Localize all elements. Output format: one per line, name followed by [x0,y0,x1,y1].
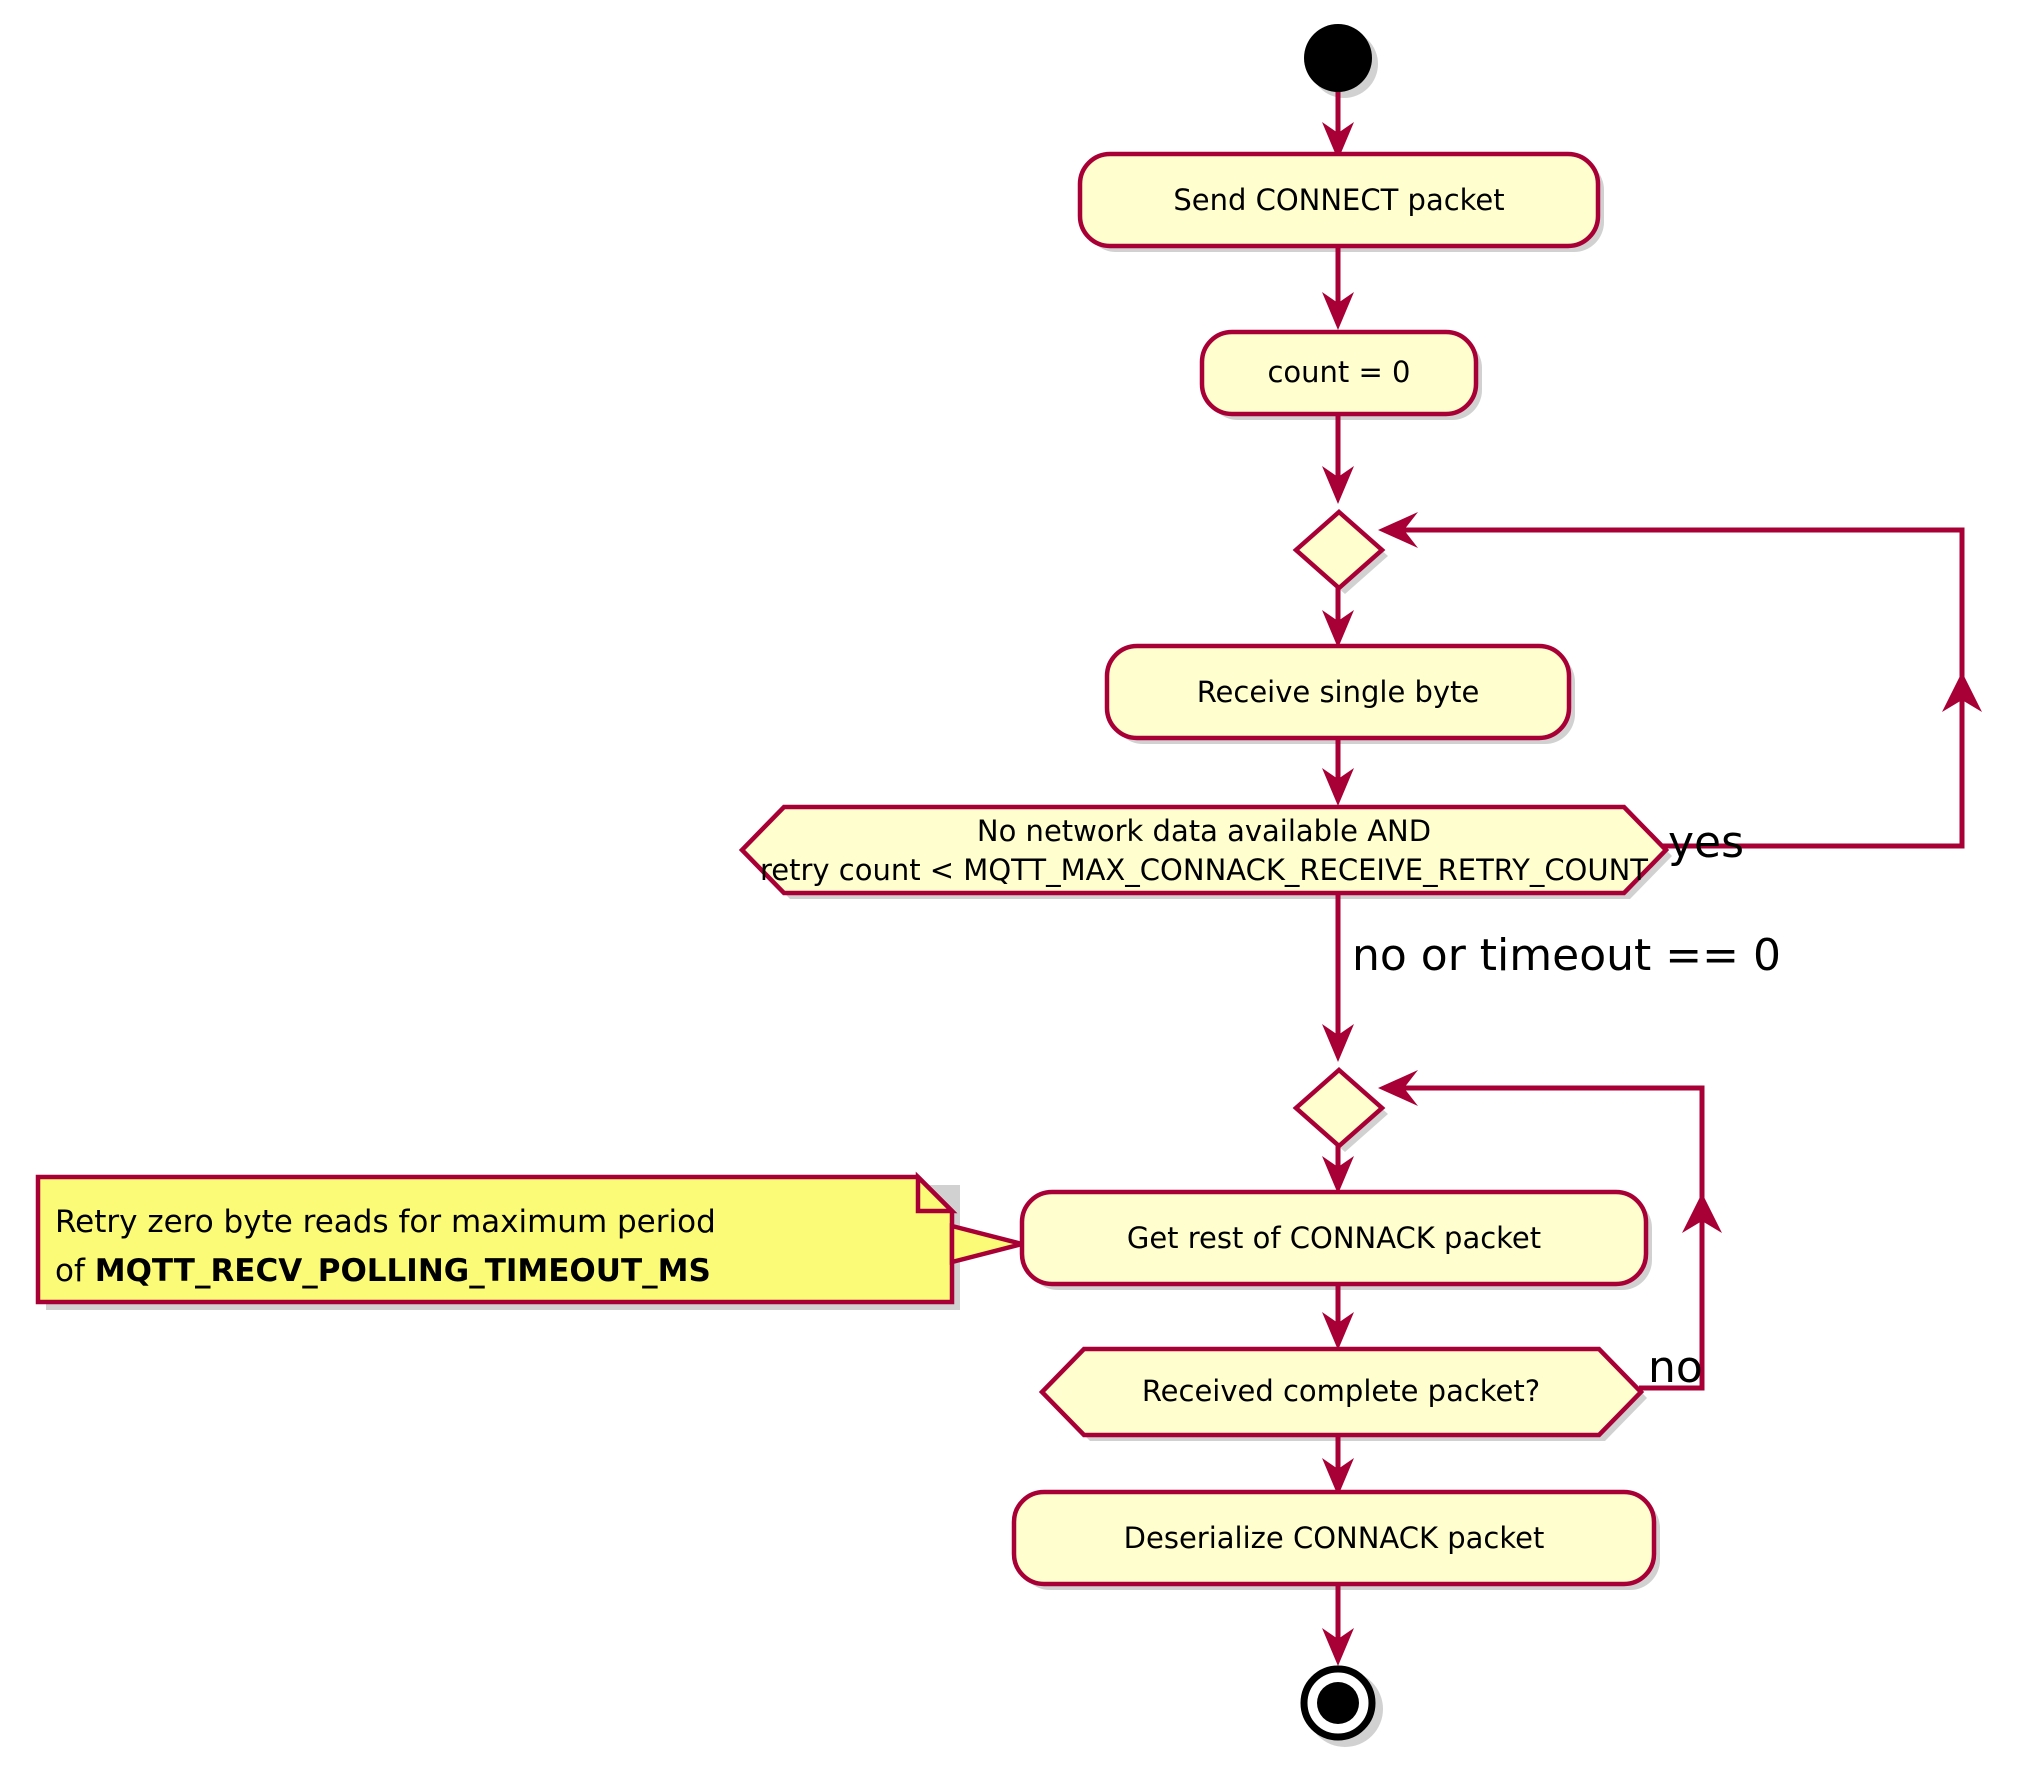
decision-no-network-data[interactable]: No network data available AND retry coun… [738,804,1670,896]
note-line-2: of MQTT_RECV_POLLING_TIMEOUT_MS [55,1253,711,1289]
edge-label-yes: yes [1668,817,1744,868]
action-receive-single-byte[interactable]: Receive single byte [1104,643,1572,741]
start-node [1304,24,1372,92]
merge-diamond-retry-loop [1292,508,1386,592]
action-receive-single-byte-label: Receive single byte [1197,675,1480,709]
action-count-zero[interactable]: count = 0 [1199,329,1479,417]
uml-activity-svg: Send CONNECT packet count = 0 Receive si… [35,24,1982,1747]
note-retry-zero-byte-reads: Retry zero byte reads for maximum period… [35,1171,1023,1305]
merge-diamond-packet-loop [1292,1066,1386,1150]
action-get-rest-of-connack[interactable]: Get rest of CONNACK packet [1019,1189,1649,1287]
action-send-connect-packet-label: Send CONNECT packet [1173,183,1504,217]
action-get-rest-of-connack-label: Get rest of CONNACK packet [1127,1221,1541,1255]
decision-no-network-data-line2: retry count < MQTT_MAX_CONNACK_RECEIVE_R… [760,853,1648,887]
action-deserialize-connack-label: Deserialize CONNACK packet [1124,1521,1545,1555]
edge-label-no: no [1648,1342,1703,1393]
note-line-2-bold: MQTT_RECV_POLLING_TIMEOUT_MS [95,1253,711,1289]
edge-label-no-or-timeout: no or timeout == 0 [1352,930,1781,981]
action-count-zero-label: count = 0 [1267,355,1410,389]
activity-diagram-canvas: Send CONNECT packet count = 0 Receive si… [0,0,2034,1787]
decision-no-network-data-line1: No network data available AND [977,814,1431,848]
note-line-2-prefix: of [55,1253,95,1289]
note-line-1: Retry zero byte reads for maximum period [55,1204,716,1240]
end-node [1300,1665,1376,1741]
decision-received-complete-packet-label: Received complete packet? [1142,1374,1540,1408]
action-send-connect-packet[interactable]: Send CONNECT packet [1077,151,1601,249]
action-deserialize-connack[interactable]: Deserialize CONNACK packet [1011,1489,1657,1587]
decision-received-complete-packet[interactable]: Received complete packet? [1038,1346,1645,1438]
